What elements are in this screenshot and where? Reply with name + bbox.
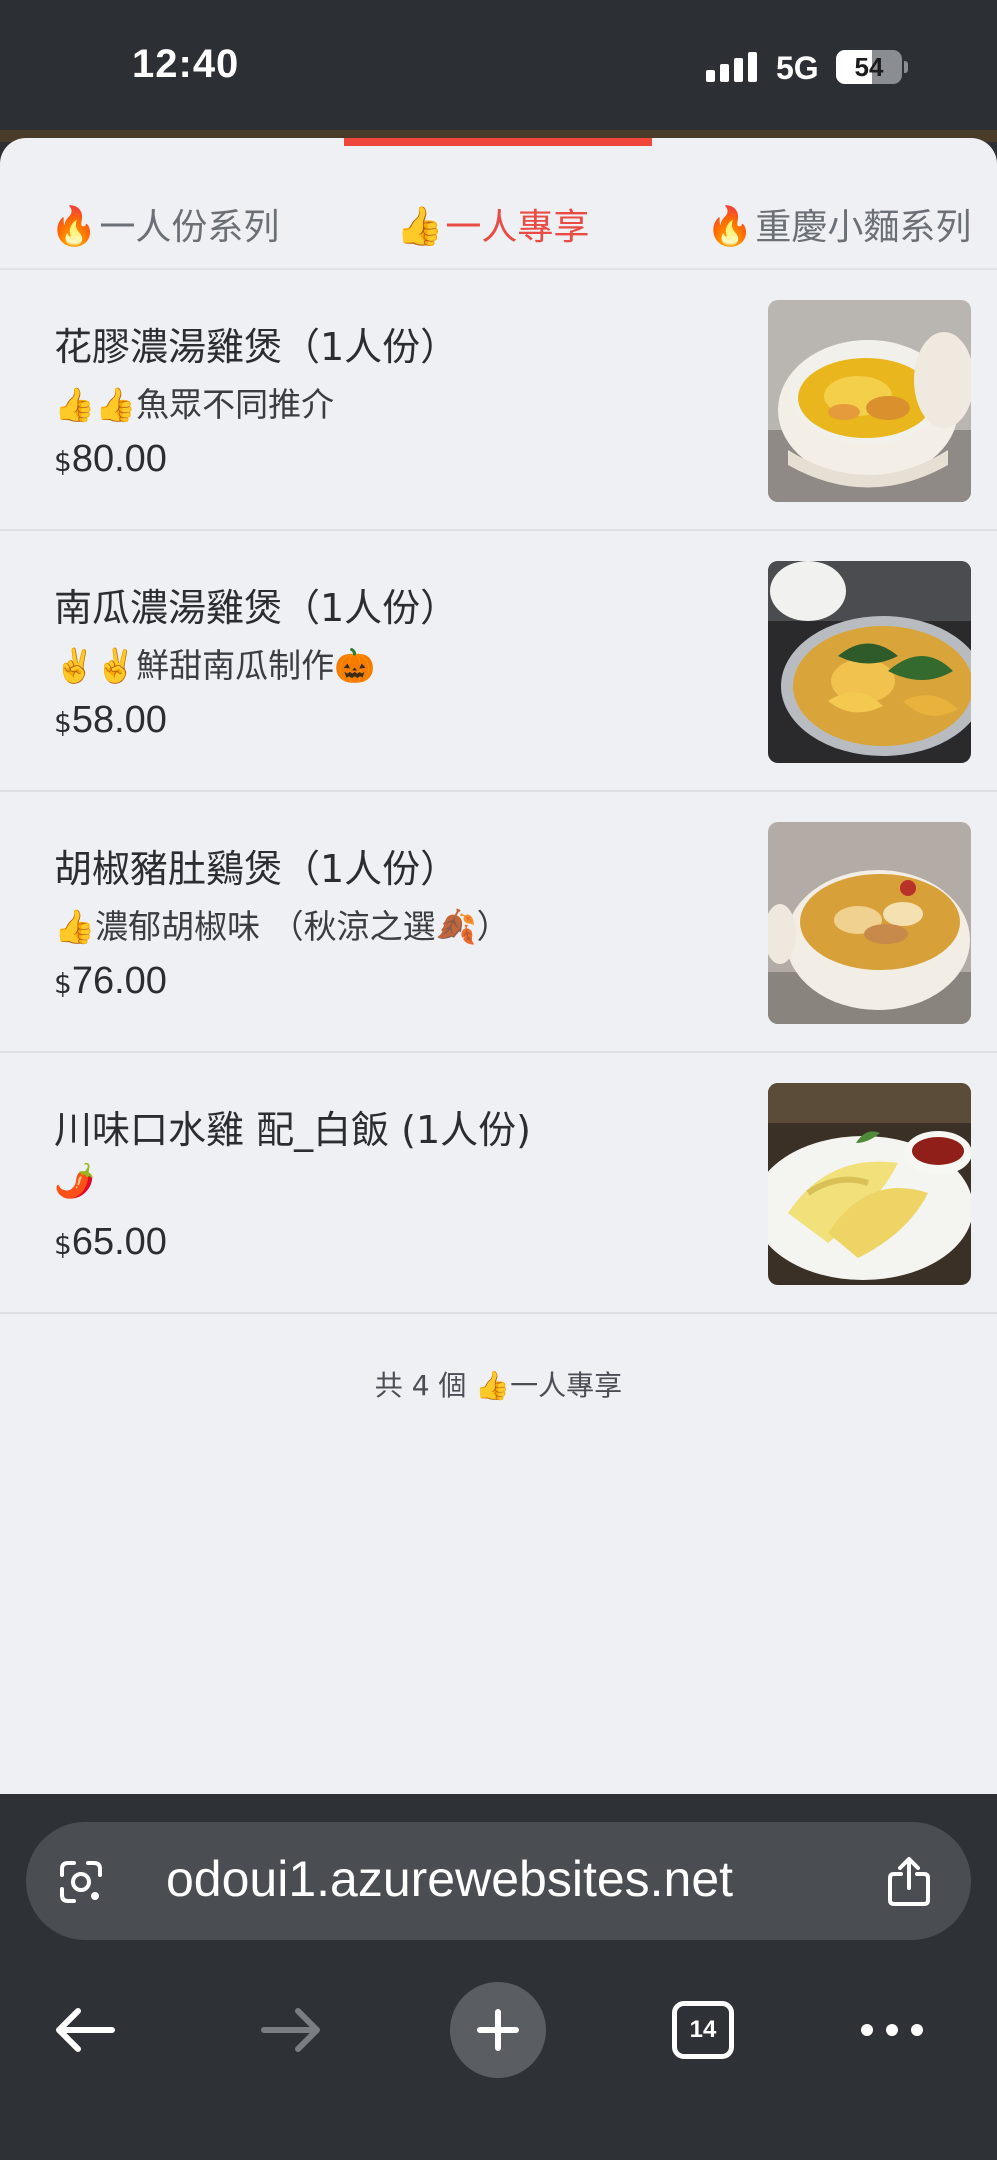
clay-pot-chicken-soup-photo[interactable]: [768, 300, 971, 502]
share-icon[interactable]: [884, 1856, 934, 1908]
battery-tip: [904, 61, 908, 73]
currency-symbol: $: [54, 1228, 72, 1261]
google-lens-icon[interactable]: [58, 1859, 104, 1905]
item-name: 胡椒豬肚鷄煲（1人份）: [54, 847, 459, 891]
plus-icon: [450, 1982, 546, 2078]
pumpkin-chicken-pot-photo[interactable]: [768, 561, 971, 763]
menu-item[interactable]: 花膠濃湯雞煲（1人份） 👍👍魚眾不同推介 $80.00: [0, 270, 997, 531]
address-bar[interactable]: odoui1.azurewebsites.net: [26, 1822, 971, 1940]
tab-count: 14: [672, 2001, 734, 2059]
tab-label: 一人專享: [445, 207, 590, 248]
forward-arrow-icon: [261, 2008, 320, 2052]
item-name: 花膠濃湯雞煲（1人份）: [54, 325, 459, 369]
active-tab-indicator: [344, 138, 652, 146]
network-type: 5G: [776, 50, 819, 86]
back-arrow-icon: [56, 2008, 115, 2052]
status-time: 12:40: [132, 42, 240, 86]
item-description: ✌️✌️鮮甜南瓜制作🎃: [54, 646, 376, 685]
battery-icon: 54: [836, 50, 902, 84]
price-amount: 80.00: [71, 438, 167, 480]
battery-level: 54: [854, 52, 884, 82]
browser-toolbar: odoui1.azurewebsites.net 14: [0, 1794, 997, 2160]
item-price: $76.00: [54, 960, 167, 1003]
menu-item[interactable]: 川味口水雞 配_白飯 (1人份) 🌶️ $65.00: [0, 1053, 997, 1314]
currency-symbol: $: [54, 967, 72, 1000]
item-count-summary: 共 4 個 👍一人專享: [374, 1369, 623, 1402]
tab-switcher-button[interactable]: 14: [672, 1980, 734, 2080]
menu-sheet: 🔥一人份系列 👍一人專享 🔥重慶小麵系列 花膠濃湯雞煲（1人份） 👍👍魚眾不同推…: [0, 138, 997, 1794]
currency-symbol: $: [54, 445, 72, 478]
item-name: 南瓜濃湯雞煲（1人份）: [54, 586, 459, 630]
more-menu-button[interactable]: [860, 1980, 924, 2080]
category-tabs: 🔥一人份系列 👍一人專享 🔥重慶小麵系列: [0, 168, 997, 268]
thumbs-up-icon: 👍: [396, 204, 444, 248]
item-description: 👍濃郁胡椒味 （秋涼之選🍂）: [54, 907, 510, 946]
item-description: 🌶️: [54, 1161, 96, 1200]
signal-strength-icon: [706, 52, 760, 82]
back-button[interactable]: [50, 1980, 120, 2080]
tab-label: 重慶小麵系列: [755, 207, 972, 248]
tab-chongqing-noodles[interactable]: 🔥重慶小麵系列: [706, 198, 971, 250]
more-dots-icon: [861, 2024, 923, 2036]
pepper-pork-tripe-pot-photo[interactable]: [768, 822, 971, 1024]
sichuan-chicken-rice-photo[interactable]: [768, 1083, 971, 1285]
item-price: $65.00: [54, 1221, 167, 1264]
menu-item[interactable]: 胡椒豬肚鷄煲（1人份） 👍濃郁胡椒味 （秋涼之選🍂） $76.00: [0, 792, 997, 1053]
forward-button[interactable]: [256, 1980, 326, 2080]
fire-icon: 🔥: [706, 204, 754, 248]
item-divider: [0, 1312, 997, 1314]
fire-icon: 🔥: [50, 204, 98, 248]
new-tab-button[interactable]: [450, 1980, 546, 2080]
item-description: 👍👍魚眾不同推介: [54, 385, 335, 424]
menu-item[interactable]: 南瓜濃湯雞煲（1人份） ✌️✌️鮮甜南瓜制作🎃 $58.00: [0, 531, 997, 792]
item-name: 川味口水雞 配_白飯 (1人份): [54, 1108, 531, 1152]
price-amount: 65.00: [71, 1221, 167, 1263]
status-bar: 12:40 5G 54: [0, 0, 997, 138]
price-amount: 58.00: [71, 699, 167, 741]
tab-single-portion-series[interactable]: 🔥一人份系列: [50, 198, 279, 250]
tab-label: 一人份系列: [99, 207, 280, 248]
item-price: $58.00: [54, 699, 167, 742]
price-amount: 76.00: [71, 960, 167, 1002]
browser-nav-bar: 14: [0, 1980, 997, 2100]
tab-single-exclusive[interactable]: 👍一人專享: [396, 198, 589, 250]
url-text[interactable]: odoui1.azurewebsites.net: [166, 1850, 733, 1908]
currency-symbol: $: [54, 706, 72, 739]
item-price: $80.00: [54, 438, 167, 481]
